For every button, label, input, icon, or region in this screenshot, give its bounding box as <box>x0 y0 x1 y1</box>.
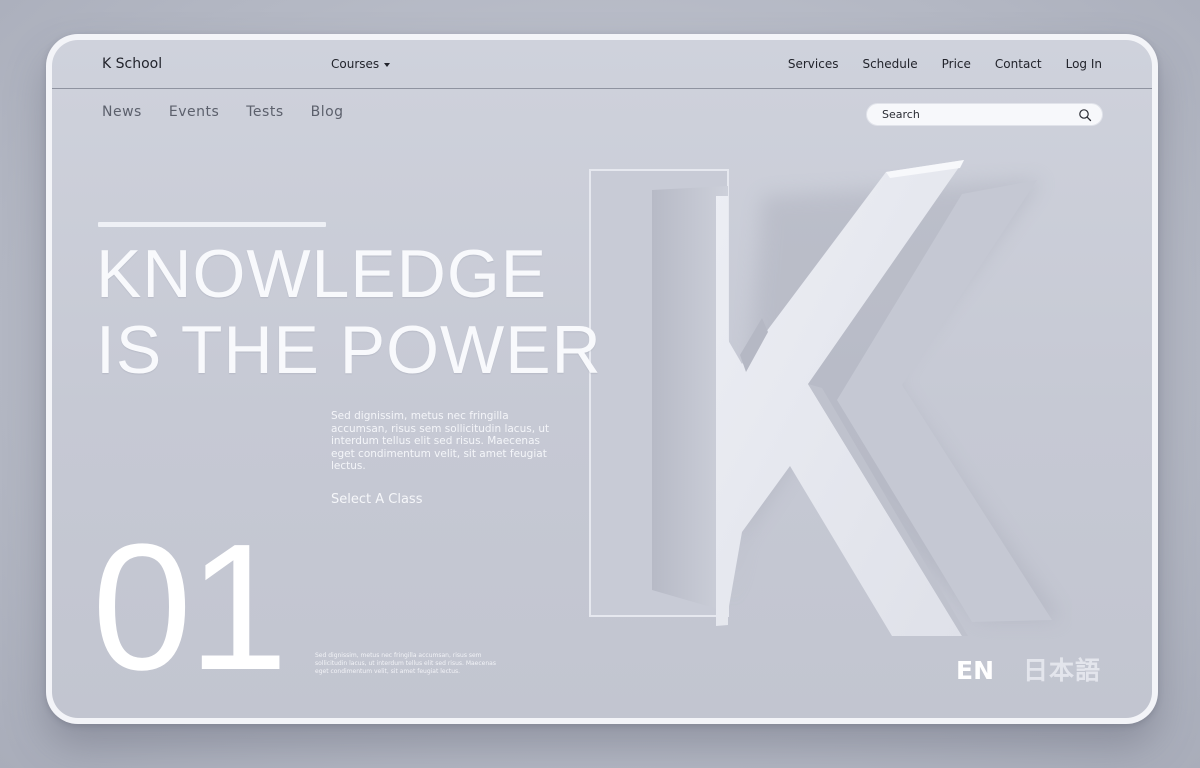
subnav-tests[interactable]: Tests <box>246 104 283 120</box>
headline-line-2: IS THE POWER <box>96 312 602 388</box>
search-input[interactable] <box>882 108 1078 121</box>
nav-services[interactable]: Services <box>788 57 839 71</box>
subnav-news[interactable]: News <box>102 104 142 120</box>
slide-caption: Sed dignissim, metus nec fringilla accum… <box>315 652 496 675</box>
language-jp-button[interactable]: 日本語 <box>1023 656 1101 686</box>
chevron-down-icon <box>384 62 391 67</box>
top-nav: Services Schedule Price Contact Log In <box>788 57 1102 71</box>
device-frame: K School Courses Services Schedule Price… <box>46 34 1158 724</box>
courses-menu-label: Courses <box>331 57 380 71</box>
page-screen: K School Courses Services Schedule Price… <box>52 40 1152 718</box>
nav-schedule[interactable]: Schedule <box>862 57 917 71</box>
courses-menu[interactable]: Courses <box>331 57 391 71</box>
hero-headline: KNOWLEDGE IS THE POWER <box>96 236 696 388</box>
subnav-blog[interactable]: Blog <box>311 104 344 120</box>
headline-rule <box>98 222 326 227</box>
nav-price[interactable]: Price <box>942 57 971 71</box>
subnav-events[interactable]: Events <box>169 104 219 120</box>
search-box <box>866 103 1103 126</box>
search-icon[interactable] <box>1078 108 1092 122</box>
hero-description: Sed dignissim, metus nec fringilla accum… <box>331 410 550 473</box>
select-class-link[interactable]: Select A Class <box>331 492 422 507</box>
sub-nav: News Events Tests Blog <box>102 104 344 120</box>
language-en-button[interactable]: EN <box>956 656 994 686</box>
brand-logo[interactable]: K School <box>102 56 162 72</box>
slide-number: 01 <box>92 507 288 708</box>
headline-line-1: KNOWLEDGE <box>96 236 548 312</box>
top-bar: K School Courses Services Schedule Price… <box>52 40 1152 89</box>
k-logo-graphic <box>589 160 1062 636</box>
nav-contact[interactable]: Contact <box>995 57 1042 71</box>
nav-login[interactable]: Log In <box>1066 57 1102 71</box>
